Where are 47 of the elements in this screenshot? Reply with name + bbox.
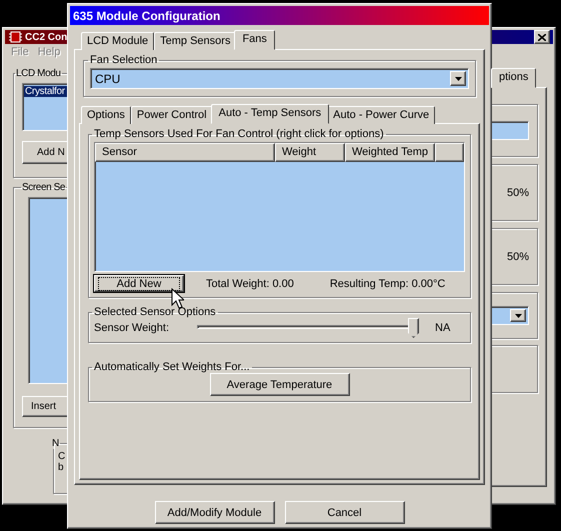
group-label: Fan Selection xyxy=(89,54,158,66)
percent-reading: 50% xyxy=(506,250,529,262)
tab[interactable]: LCD Module xyxy=(81,32,154,50)
column-header[interactable]: Weighted Temp xyxy=(345,143,435,162)
group-label: LCD Modu xyxy=(15,68,62,79)
weight-reading: NA xyxy=(435,322,450,334)
dropdown-arrow-icon xyxy=(454,76,462,80)
column-header[interactable]: Sensor xyxy=(95,143,275,162)
dialog-button[interactable]: Cancel xyxy=(284,501,404,524)
percent-reading: 50% xyxy=(506,186,529,198)
close-icon xyxy=(538,34,546,40)
column-header[interactable]: Weight xyxy=(275,143,345,162)
tab[interactable]: Temp Sensors xyxy=(154,32,236,50)
window-title: CC2 Con xyxy=(25,32,68,42)
tab[interactable]: Auto - Power Curve xyxy=(327,106,436,124)
fan-dropdown[interactable]: CPU xyxy=(90,68,469,89)
group-label: Automatically Set Weights For... xyxy=(93,361,251,373)
tab[interactable]: Fans xyxy=(234,30,275,50)
column-header xyxy=(435,143,464,162)
tab[interactable]: ptions xyxy=(491,68,536,88)
sensor-list[interactable]: Sensor Weight Weighted Temp xyxy=(94,142,465,272)
total-weight-text: Total Weight: 0.00 xyxy=(206,278,294,290)
average-temperature-button[interactable]: Average Temperature xyxy=(210,373,350,396)
list-item[interactable]: Crystalfor xyxy=(24,86,67,97)
list-box[interactable]: Crystalfor xyxy=(22,83,67,131)
resulting-temp-text: Resulting Temp: 0.00°C xyxy=(330,278,446,290)
group-label: Temp Sensors Used For Fan Control (right click for options) xyxy=(93,128,385,140)
weight-slider[interactable] xyxy=(197,318,420,338)
group-label: Screen Se xyxy=(21,182,66,193)
group-label: Selected Sensor Options xyxy=(93,306,217,318)
tab[interactable]: Power Control xyxy=(130,106,213,124)
chip-icon xyxy=(8,30,23,44)
note-text: b xyxy=(58,462,64,473)
group-label: N xyxy=(51,438,60,449)
dialog-button[interactable]: Add/Modify Module xyxy=(154,501,274,524)
sensor-weight-label: Sensor Weight: xyxy=(94,322,170,334)
window-title: 635 Module Configuration xyxy=(73,8,220,22)
slider-thumb[interactable] xyxy=(408,318,420,338)
add-button[interactable]: Add N xyxy=(22,141,67,164)
add-new-button[interactable]: Add New xyxy=(94,275,184,292)
dropdown-arrow-icon xyxy=(514,314,522,318)
insert-button[interactable]: Insert xyxy=(22,396,67,417)
tab[interactable]: Options xyxy=(81,106,131,124)
close-button[interactable] xyxy=(534,30,550,44)
cursor-icon xyxy=(171,288,184,309)
tab[interactable]: Auto - Temp Sensors xyxy=(210,104,330,124)
note-text: C xyxy=(58,451,66,462)
